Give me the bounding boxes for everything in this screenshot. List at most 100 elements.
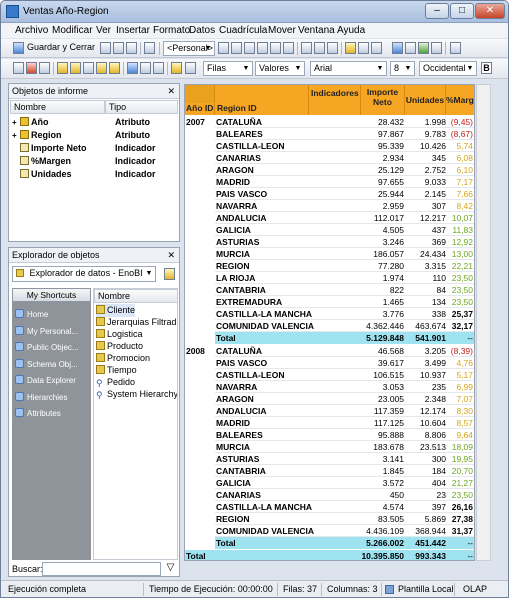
drill-icon[interactable] xyxy=(127,62,138,74)
valores-combo[interactable]: Valores ▼ xyxy=(255,61,305,76)
cursor-icon[interactable] xyxy=(13,62,24,74)
shortcut-item[interactable]: Home xyxy=(12,307,91,323)
region-cell[interactable]: ARAGON xyxy=(216,164,310,176)
year-cell[interactable]: 2007 xyxy=(186,116,205,128)
undo-icon[interactable] xyxy=(26,62,37,74)
region-cell[interactable]: MADRID xyxy=(216,417,310,429)
maximize-button[interactable]: □ xyxy=(450,3,474,19)
encoding-combo[interactable]: Occidental ▼ xyxy=(419,61,477,76)
font-size-combo[interactable]: 8 ▼ xyxy=(390,61,415,76)
region-cell[interactable]: ANDALUCIA xyxy=(216,212,310,224)
outline-icon[interactable] xyxy=(371,42,382,54)
region-cell[interactable]: PAIS VASCO xyxy=(216,188,310,200)
lock-icon[interactable] xyxy=(185,62,196,74)
expand-icon[interactable]: + xyxy=(12,117,20,129)
menu-ver[interactable]: Ver xyxy=(96,25,111,36)
report-object-row[interactable]: + Region Atributo xyxy=(12,129,180,142)
shortcut-item[interactable]: My Personal... xyxy=(12,324,91,340)
swap-icon[interactable] xyxy=(327,42,338,54)
explorer-source-combo[interactable]: Explorador de datos - EnoBI ▼ xyxy=(12,266,156,282)
close-button[interactable]: ✕ xyxy=(475,3,505,19)
header-indicators[interactable]: Indicadores xyxy=(309,85,361,115)
menu-ventana[interactable]: Ventana xyxy=(298,25,335,36)
shortcut-item[interactable]: Data Explorer xyxy=(12,373,91,389)
design-view-icon[interactable] xyxy=(257,42,268,54)
region-cell[interactable]: LA RIOJA xyxy=(216,272,310,284)
search-input[interactable] xyxy=(42,562,161,576)
format-icon[interactable] xyxy=(96,62,107,74)
properties-icon[interactable] xyxy=(450,42,461,54)
autostyle-icon[interactable] xyxy=(109,62,120,74)
menu-modificar[interactable]: Modificar xyxy=(52,25,93,36)
menu-cuadricula[interactable]: Cuadrícula xyxy=(219,25,267,36)
menu-archivo[interactable]: Archivo xyxy=(15,25,48,36)
report-object-row[interactable]: + Año Atributo xyxy=(12,116,180,129)
threshold-icon[interactable] xyxy=(140,62,151,74)
region-cell[interactable]: COMUNIDAD VALENCIA xyxy=(216,525,314,537)
header-unidades[interactable]: Unidades xyxy=(405,85,446,115)
region-cell[interactable]: PAIS VASCO xyxy=(216,357,310,369)
graph-view-icon[interactable] xyxy=(231,42,242,54)
vertical-scrollbar[interactable] xyxy=(476,84,491,561)
options-icon[interactable] xyxy=(431,42,442,54)
sort-asc-icon[interactable] xyxy=(301,42,312,54)
region-cell[interactable]: CATALUÑA xyxy=(216,116,310,128)
report-object-row[interactable]: Importe Neto Indicador xyxy=(12,142,180,155)
region-cell[interactable]: ASTURIAS xyxy=(216,453,310,465)
header-margen[interactable]: %Margen xyxy=(446,85,474,115)
region-cell[interactable]: ANDALUCIA xyxy=(216,405,310,417)
grid-view-icon[interactable] xyxy=(218,42,229,54)
region-cell[interactable]: CASTILLA-LA MANCHA xyxy=(216,308,312,320)
region-cell[interactable]: ARAGON xyxy=(216,393,310,405)
excel-icon[interactable] xyxy=(418,42,429,54)
save-icon[interactable] xyxy=(13,42,24,54)
find-icon[interactable] xyxy=(405,42,416,54)
region-cell[interactable]: MURCIA xyxy=(216,441,310,453)
region-cell[interactable]: EXTREMADURA xyxy=(216,296,310,308)
close-panel-icon[interactable]: ✕ xyxy=(167,84,175,98)
region-cell[interactable]: CATALUÑA xyxy=(216,345,310,357)
menu-formato[interactable]: Formato xyxy=(153,25,190,36)
banding-icon[interactable] xyxy=(153,62,164,74)
region-cell[interactable]: MADRID xyxy=(216,176,310,188)
region-cell[interactable]: BALEARES xyxy=(216,128,310,140)
report-icon[interactable] xyxy=(70,62,81,74)
region-cell[interactable]: COMUNIDAD VALENCIA xyxy=(216,320,314,332)
explorer-item[interactable]: ⚲ System Hierarchy xyxy=(96,388,177,401)
subtotal-label[interactable]: Total xyxy=(216,332,310,344)
filter-search-icon[interactable]: ▽ xyxy=(164,562,177,575)
sql-view-icon[interactable] xyxy=(244,42,255,54)
region-cell[interactable]: REGION xyxy=(216,260,310,272)
refresh-icon[interactable] xyxy=(392,42,403,54)
year-cell[interactable]: 2008 xyxy=(186,345,205,357)
report-object-row[interactable]: %Margen Indicador xyxy=(12,155,180,168)
personal-view-combo[interactable]: <Personal> ▼ xyxy=(163,41,215,56)
region-cell[interactable]: CASTILLA-LEON xyxy=(216,369,310,381)
shortcut-item[interactable]: Attributes xyxy=(12,406,91,422)
region-cell[interactable]: BALEARES xyxy=(216,429,310,441)
grid-graph-icon[interactable] xyxy=(270,42,281,54)
region-cell[interactable]: CANARIAS xyxy=(216,489,310,501)
bold-button[interactable]: B xyxy=(481,62,492,74)
region-cell[interactable]: NAVARRA xyxy=(216,200,310,212)
print-preview-icon[interactable] xyxy=(113,42,124,54)
region-cell[interactable]: CANARIAS xyxy=(216,152,310,164)
sort-desc-icon[interactable] xyxy=(314,42,325,54)
region-cell[interactable]: GALICIA xyxy=(216,477,310,489)
export-icon[interactable] xyxy=(126,42,137,54)
search-object-icon[interactable] xyxy=(83,62,94,74)
region-cell[interactable]: CASTILLA-LA MANCHA xyxy=(216,501,312,513)
region-cell[interactable]: CASTILLA-LEON xyxy=(216,140,310,152)
region-cell[interactable]: GALICIA xyxy=(216,224,310,236)
header-importe-neto[interactable]: Importe Neto xyxy=(361,85,405,115)
menu-datos[interactable]: Datos xyxy=(189,25,215,36)
menu-insertar[interactable]: Insertar xyxy=(116,25,150,36)
expand-icon[interactable]: + xyxy=(12,130,20,142)
close-panel-icon[interactable]: ✕ xyxy=(167,248,175,262)
filter-icon[interactable] xyxy=(345,42,356,54)
print-icon[interactable] xyxy=(144,42,155,54)
header-region[interactable]: Region ID xyxy=(215,85,309,115)
report-object-row[interactable]: Unidades Indicador xyxy=(12,168,180,181)
shortcuts-header[interactable]: My Shortcuts xyxy=(12,288,91,302)
grand-total-label[interactable]: Total xyxy=(186,550,206,560)
